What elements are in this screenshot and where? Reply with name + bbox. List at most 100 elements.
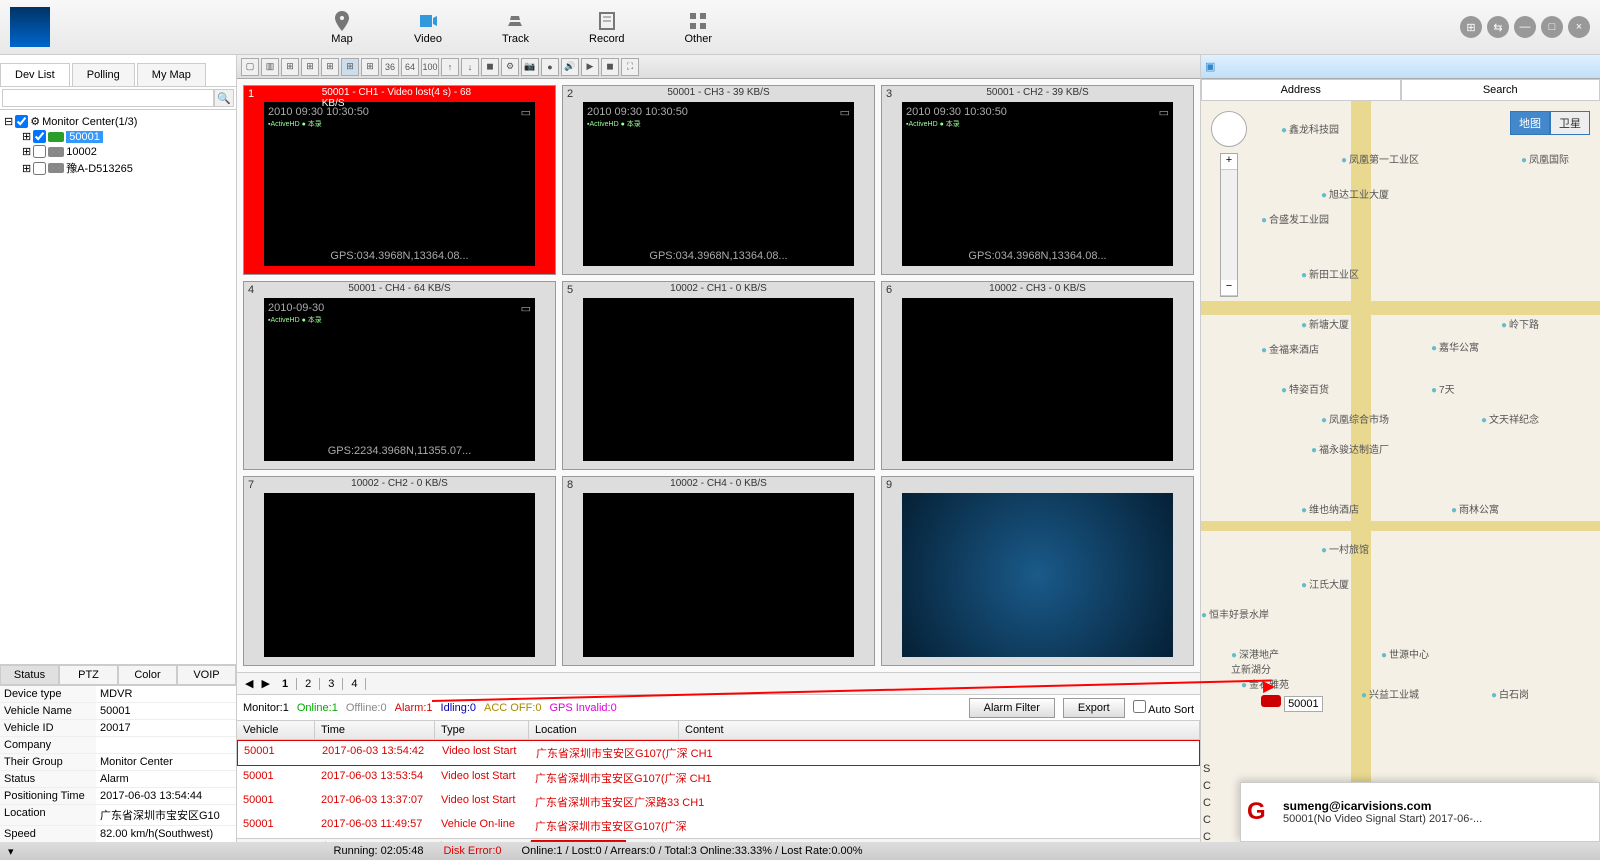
- page-2[interactable]: 2: [297, 678, 320, 690]
- node-checkbox[interactable]: [33, 145, 46, 158]
- alarm-row[interactable]: 50001 2017-06-03 13:37:07 Video lost Sta…: [237, 790, 1200, 814]
- tb-layout16[interactable]: ⊞: [361, 58, 379, 76]
- info-value: 82.00 km/h(Southwest): [96, 826, 236, 842]
- tb-settings[interactable]: ⚙: [501, 58, 519, 76]
- tree-node-50001[interactable]: 50001: [66, 131, 103, 143]
- expand-icon[interactable]: ⊞: [22, 145, 31, 158]
- sync-button[interactable]: ⇆: [1487, 16, 1509, 38]
- info-value: Alarm: [96, 771, 236, 787]
- col-location[interactable]: Location: [529, 721, 679, 739]
- tree-root-label[interactable]: Monitor Center(1/3): [42, 116, 137, 128]
- video-cell-9[interactable]: 9: [881, 476, 1194, 666]
- center-panel: ▢ ▥ ⊞ ⊞ ⊞ ⊞ ⊞ 36 64 100 ↑ ↓ ◼ ⚙ 📷 ● 🔊 ▶ …: [237, 55, 1200, 860]
- tb-down[interactable]: ↓: [461, 58, 479, 76]
- notification-title: sumeng@icarvisions.com: [1283, 799, 1593, 813]
- video-cell-5[interactable]: 5 10002 - CH1 - 0 KB/S: [562, 281, 875, 471]
- tb-snapshot[interactable]: 📷: [521, 58, 539, 76]
- minimize-button[interactable]: —: [1514, 16, 1536, 38]
- autosort-checkbox[interactable]: [1133, 700, 1146, 713]
- video-cell-4[interactable]: 4 50001 - CH4 - 64 KB/S 2010-09-30▭▪Acti…: [243, 281, 556, 471]
- expand-icon[interactable]: ⊞: [22, 162, 31, 175]
- other-icon: [686, 9, 710, 33]
- notification-popup[interactable]: G sumeng@icarvisions.com 50001(No Video …: [1240, 782, 1600, 842]
- alarm-row[interactable]: 50001 2017-06-03 13:54:42 Video lost Sta…: [237, 740, 1200, 766]
- maximize-button[interactable]: □: [1541, 16, 1563, 38]
- tb-100[interactable]: 100: [421, 58, 439, 76]
- tab-color[interactable]: Color: [118, 665, 177, 685]
- video-cell-7[interactable]: 7 10002 - CH2 - 0 KB/S: [243, 476, 556, 666]
- tab-mymap[interactable]: My Map: [137, 63, 206, 86]
- video-cell-6[interactable]: 6 10002 - CH3 - 0 KB/S: [881, 281, 1194, 471]
- tab-ptz[interactable]: PTZ: [59, 665, 118, 685]
- page-next[interactable]: ▶: [257, 677, 273, 690]
- tree-node-3[interactable]: 豫A-D513265: [66, 160, 133, 176]
- nav-other[interactable]: Other: [685, 9, 713, 45]
- node-checkbox[interactable]: [33, 130, 46, 143]
- panel-toggle-icon[interactable]: ▣: [1205, 60, 1215, 73]
- device-search-input[interactable]: [2, 89, 214, 107]
- col-time[interactable]: Time: [315, 721, 435, 739]
- map-type-map[interactable]: 地图: [1510, 111, 1550, 135]
- nav-video[interactable]: Video: [414, 9, 442, 45]
- zoom-in-button[interactable]: +: [1221, 154, 1237, 170]
- video-cell-8[interactable]: 8 10002 - CH4 - 0 KB/S: [562, 476, 875, 666]
- page-3[interactable]: 3: [320, 678, 343, 690]
- video-cell-3[interactable]: 3 50001 - CH2 - 39 KB/S 2010 09:30 10:30…: [881, 85, 1194, 275]
- map-type-sat[interactable]: 卫星: [1550, 111, 1590, 135]
- footer-icon[interactable]: ▾: [8, 845, 14, 858]
- tb-layout8[interactable]: ⊞: [321, 58, 339, 76]
- tb-fullscreen[interactable]: ⛶: [621, 58, 639, 76]
- page-4[interactable]: 4: [343, 678, 366, 690]
- tb-layout2[interactable]: ▥: [261, 58, 279, 76]
- map-pan-control[interactable]: [1211, 111, 1247, 147]
- tb-64[interactable]: 64: [401, 58, 419, 76]
- tb-36[interactable]: 36: [381, 58, 399, 76]
- page-prev[interactable]: ◀: [241, 677, 257, 690]
- alarm-row[interactable]: 50001 2017-06-03 13:53:54 Video lost Sta…: [237, 766, 1200, 790]
- zoom-slider[interactable]: [1221, 170, 1237, 280]
- expand-icon[interactable]: ⊞: [22, 130, 31, 143]
- tb-layout1[interactable]: ▢: [241, 58, 259, 76]
- tb-audio[interactable]: 🔊: [561, 58, 579, 76]
- col-content[interactable]: Content: [679, 721, 1200, 739]
- video-cell-2[interactable]: 2 50001 - CH3 - 39 KB/S 2010 09:30 10:30…: [562, 85, 875, 275]
- tb-rec[interactable]: ●: [541, 58, 559, 76]
- root-checkbox[interactable]: [15, 115, 28, 128]
- nav-track[interactable]: Track: [502, 9, 529, 45]
- online-count: Online:1: [297, 702, 338, 714]
- tb-up[interactable]: ↑: [441, 58, 459, 76]
- tb-stop[interactable]: ◼: [481, 58, 499, 76]
- tab-devlist[interactable]: Dev List: [0, 63, 70, 86]
- zoom-out-button[interactable]: −: [1221, 280, 1237, 296]
- page-1[interactable]: 1: [274, 678, 297, 690]
- collapse-icon[interactable]: ⊟: [4, 115, 13, 128]
- alarm-filter-button[interactable]: Alarm Filter: [969, 698, 1055, 718]
- tab-status[interactable]: Status: [0, 665, 59, 685]
- tab-polling[interactable]: Polling: [72, 63, 135, 86]
- tree-node-10002[interactable]: 10002: [66, 146, 97, 158]
- alarm-row[interactable]: 50001 2017-06-03 11:49:57 Vehicle On-lin…: [237, 814, 1200, 838]
- autosort-label[interactable]: Auto Sort: [1133, 700, 1194, 716]
- video-cell-1[interactable]: 1 50001 - CH1 - Video lost(4 s) - 68 KB/…: [243, 85, 556, 275]
- nav-map[interactable]: Map: [330, 9, 354, 45]
- node-checkbox[interactable]: [33, 162, 46, 175]
- col-type[interactable]: Type: [435, 721, 529, 739]
- grid-button[interactable]: ⊞: [1460, 16, 1482, 38]
- tb-layout4[interactable]: ⊞: [281, 58, 299, 76]
- col-vehicle[interactable]: Vehicle: [237, 721, 315, 739]
- tb-play[interactable]: ▶: [581, 58, 599, 76]
- close-button[interactable]: ×: [1568, 16, 1590, 38]
- nav-record[interactable]: Record: [589, 9, 624, 45]
- export-button[interactable]: Export: [1063, 698, 1125, 718]
- tab-voip[interactable]: VOIP: [177, 665, 236, 685]
- tb-layout9[interactable]: ⊞: [341, 58, 359, 76]
- tb-layout6[interactable]: ⊞: [301, 58, 319, 76]
- address-button[interactable]: Address: [1201, 79, 1401, 101]
- map-view[interactable]: 鑫龙科技园 凤凰第一工业区 凤凰国际 旭达工业大厦 合盛发工业园 新田工业区 新…: [1201, 101, 1600, 860]
- device-status-icon: [48, 147, 64, 157]
- map-search-button[interactable]: Search: [1401, 79, 1600, 101]
- vehicle-marker[interactable]: 50001: [1261, 695, 1323, 710]
- tb-stop2[interactable]: ◼: [601, 58, 619, 76]
- device-search-button[interactable]: 🔍: [214, 89, 234, 107]
- idling-count: Idling:0: [441, 702, 476, 714]
